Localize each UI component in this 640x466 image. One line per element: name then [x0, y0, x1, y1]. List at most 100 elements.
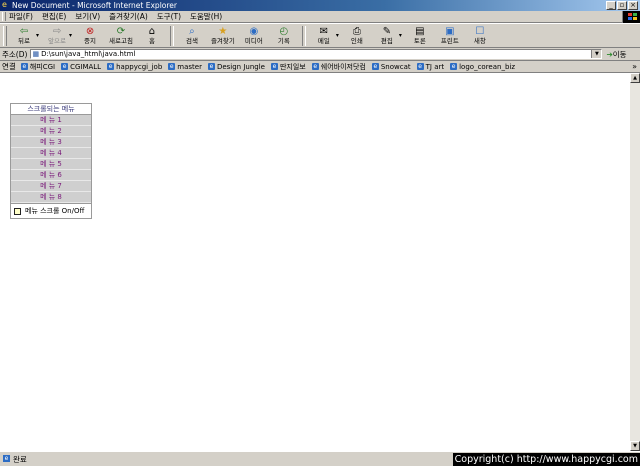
link-page-icon: e: [416, 63, 424, 70]
search-label: 검색: [185, 37, 198, 45]
menu-bar: 파일(F) 편집(E) 보기(V) 즐겨찾기(A) 도구(T) 도움말(H): [0, 11, 640, 23]
link-item[interactable]: e Snowcat: [371, 63, 411, 71]
menu-link[interactable]: 메 뉴 3: [11, 137, 91, 148]
status-page-icon: e: [3, 455, 10, 462]
menu-view[interactable]: 보기(V): [75, 11, 100, 22]
discuss-button[interactable]: ▤ 토론: [409, 26, 431, 45]
favorites-button[interactable]: ★ 즐겨찾기: [211, 26, 235, 45]
home-button[interactable]: ⌂ 홈: [141, 26, 163, 45]
window-controls: _ ▫ ×: [606, 1, 638, 10]
link-page-icon: e: [107, 63, 115, 70]
forward-arrow-icon: ⇨: [52, 26, 62, 37]
menu-edit[interactable]: 편집(E): [42, 11, 66, 22]
link-item[interactable]: e 딴지일보: [270, 62, 306, 72]
scroll-toggle-checkbox[interactable]: [14, 207, 21, 215]
links-more-chevron-icon[interactable]: »: [632, 61, 637, 72]
ie-logo-icon: e: [2, 0, 7, 9]
mail-dropdown-icon[interactable]: ▾: [336, 32, 339, 39]
window-title: New Document - Microsoft Internet Explor…: [12, 1, 177, 10]
refresh-button[interactable]: ⟳ 새로고침: [109, 26, 133, 45]
menu-file[interactable]: 파일(F): [9, 11, 33, 22]
stop-icon: ⊗: [85, 26, 95, 37]
minimize-button[interactable]: _: [606, 1, 616, 10]
history-icon: ◴: [279, 26, 289, 37]
edit-page-icon: ✎: [382, 26, 392, 37]
windows-logo-icon: [622, 11, 640, 23]
mail-button[interactable]: ✉ 메일: [313, 26, 335, 45]
menubar-grip[interactable]: [2, 12, 6, 21]
link-item[interactable]: e TJ art: [416, 62, 445, 71]
link-label: Design Jungle: [216, 62, 265, 71]
menu-tools[interactable]: 도구(T): [157, 11, 181, 22]
menu-help[interactable]: 도움말(H): [190, 11, 222, 22]
link-page-icon: e: [311, 63, 319, 70]
close-button[interactable]: ×: [628, 1, 638, 10]
link-item[interactable]: e happycgi_job: [107, 63, 162, 71]
link-item[interactable]: e logo_corean_biz: [450, 63, 515, 71]
print-button[interactable]: ⎙ 인쇄: [346, 26, 368, 45]
search-icon: ⌕: [189, 26, 195, 37]
print-alt-label: 프린트: [440, 37, 459, 45]
back-dropdown-icon[interactable]: ▾: [36, 32, 39, 39]
menu-link[interactable]: 메 뉴 8: [11, 192, 91, 203]
edit-dropdown-icon[interactable]: ▾: [399, 32, 402, 39]
forward-button[interactable]: ⇨ 앞으로: [46, 26, 68, 45]
link-label: logo_corean_biz: [459, 62, 516, 71]
toolbar-separator: [301, 25, 306, 46]
link-item[interactable]: e 쉐어바이저닷컴: [311, 62, 366, 72]
history-button[interactable]: ◴ 기록: [273, 26, 295, 45]
maximize-button[interactable]: ▫: [617, 1, 627, 10]
menu-link[interactable]: 메 뉴 7: [11, 181, 91, 192]
menu-link[interactable]: 메 뉴 4: [11, 148, 91, 159]
back-button[interactable]: ⇦ 뒤로: [13, 26, 35, 45]
links-label: 연결: [2, 62, 16, 71]
status-bar: e 완료 Copyright(c) http://www.happycgi.co…: [0, 451, 640, 466]
go-button[interactable]: ➔이동: [606, 49, 626, 60]
standard-toolbar: ⇦ 뒤로 ▾ ⇨ 앞으로 ▾ ⊗ 중지 ⟳ 새로고침 ⌂ 홈 ⌕ 검색 ★ 즐겨…: [0, 23, 640, 48]
page-icon: ▦: [32, 50, 40, 58]
search-button[interactable]: ⌕ 검색: [181, 26, 203, 45]
link-page-icon: e: [450, 63, 458, 70]
stop-button[interactable]: ⊗ 중지: [79, 26, 101, 45]
media-icon: ◉: [249, 26, 259, 37]
link-page-icon: e: [207, 63, 215, 70]
address-dropdown-icon[interactable]: ▼: [591, 50, 602, 58]
link-label: 쉐어바이저닷컴: [320, 62, 366, 71]
scrolling-menu-title: 스크롤되는 메뉴: [11, 104, 91, 115]
forward-dropdown-icon[interactable]: ▾: [69, 32, 72, 39]
favorites-label: 즐겨찾기: [210, 37, 235, 45]
mail-icon: ✉: [319, 26, 329, 37]
menu-favorites[interactable]: 즐겨찾기(A): [109, 11, 148, 22]
link-page-icon: e: [270, 63, 278, 70]
print-alt-button[interactable]: ▣ 프린트: [439, 26, 461, 45]
messenger-button[interactable]: ☐ 새창: [469, 26, 491, 45]
link-item[interactable]: e master: [168, 63, 202, 71]
menu-link[interactable]: 메 뉴 1: [11, 115, 91, 126]
vertical-scrollbar[interactable]: ▲ ▼: [630, 73, 640, 451]
status-text: 완료: [13, 455, 27, 464]
address-url[interactable]: D:\sun\java_html\java.html: [41, 50, 135, 58]
link-item[interactable]: e CGIMALL: [61, 63, 101, 71]
forward-label: 앞으로: [48, 37, 66, 45]
link-item[interactable]: e Design Jungle: [207, 62, 265, 71]
menu-link[interactable]: 메 뉴 2: [11, 126, 91, 137]
address-input[interactable]: ▦ D:\sun\java_html\java.html ▼: [30, 49, 603, 59]
refresh-icon: ⟳: [116, 26, 126, 37]
back-label: 뒤로: [18, 37, 30, 45]
scroll-toggle-label: 메뉴 스크롤 On/Off: [25, 207, 85, 215]
media-button[interactable]: ◉ 미디어: [243, 26, 265, 45]
toolbar-grip[interactable]: [3, 25, 7, 46]
link-label: TJ art: [425, 62, 445, 71]
edit-label: 편집: [380, 37, 393, 45]
scroll-toggle[interactable]: 메뉴 스크롤 On/Off: [11, 203, 91, 218]
menu-link[interactable]: 메 뉴 5: [11, 159, 91, 170]
menu-link[interactable]: 메 뉴 6: [11, 170, 91, 181]
edit-button[interactable]: ✎ 편집: [376, 26, 398, 45]
mail-label: 메일: [317, 37, 330, 45]
printer-icon: ⎙: [352, 26, 361, 37]
link-page-icon: e: [168, 63, 176, 70]
address-bar: 주소(D) ▦ D:\sun\java_html\java.html ▼ ➔이동: [0, 48, 640, 61]
link-item[interactable]: e 해피CGI: [20, 62, 55, 72]
scroll-down-icon[interactable]: ▼: [630, 441, 640, 451]
scroll-up-icon[interactable]: ▲: [630, 73, 640, 83]
